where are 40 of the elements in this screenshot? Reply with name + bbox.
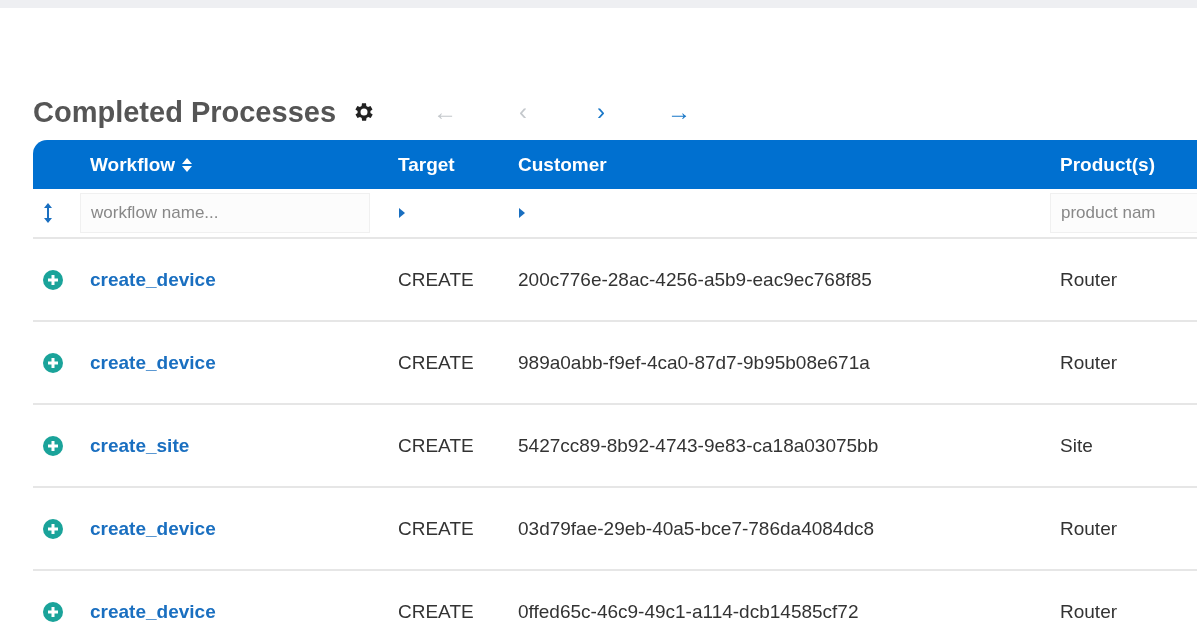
expand-row-icon[interactable] [43,352,63,373]
table-cell: CREATE [388,571,508,644]
expand-row-icon[interactable] [43,601,63,622]
table-cell: 03d79fae-29eb-40a5-bce7-786da4084dc8 [508,488,1050,571]
expand-row-icon[interactable] [43,435,63,456]
column-header[interactable]: Workflow [80,140,388,189]
filter-field[interactable]: product nam [1050,193,1197,233]
header-cell [33,140,80,189]
table-cell: 0ffed65c-46c9-49c1-a114-dcb14585cf72 [508,571,1050,644]
table-cell: 5427cc89-8b92-4743-9e83-ca18a03075bb [508,405,1050,488]
expand-row-icon[interactable] [43,518,63,539]
workflow-link[interactable]: create_device [90,517,216,540]
column-label: Target [398,153,455,176]
column-label: Product(s) [1060,153,1155,176]
table-cell: CREATE [388,405,508,488]
sort-icon[interactable] [181,156,194,173]
workflow-link[interactable]: create_device [90,600,216,623]
workflow-link[interactable]: create_device [90,351,216,374]
workflow-link[interactable]: create_device [90,268,216,291]
table-cell: CREATE [388,322,508,405]
expand-icon[interactable] [398,207,406,219]
column-label: Workflow [90,153,176,176]
table-cell: Router [1050,322,1197,405]
table-cell: CREATE [388,239,508,322]
expand-icon[interactable] [518,207,526,219]
table-cell: Site [1050,405,1197,488]
pagination-button[interactable]: › [562,98,640,126]
resize-icon[interactable] [43,202,53,224]
filter-field[interactable]: workflow name... [80,193,370,233]
table-cell: 989a0abb-f9ef-4ca0-87d7-9b95b08e671a [508,322,1050,405]
table-cell: 200c776e-28ac-4256-a5b9-eac9ec768f85 [508,239,1050,322]
table-cell: Router [1050,571,1197,644]
expand-row-icon[interactable] [43,269,63,290]
table-cell: Router [1050,488,1197,571]
workflow-link[interactable]: create_site [90,434,190,457]
table-cell: Router [1050,239,1197,322]
page-title: Completed Processes [33,95,336,129]
table-cell: CREATE [388,488,508,571]
column-label: Customer [518,153,607,176]
pagination-button[interactable]: → [640,98,718,126]
